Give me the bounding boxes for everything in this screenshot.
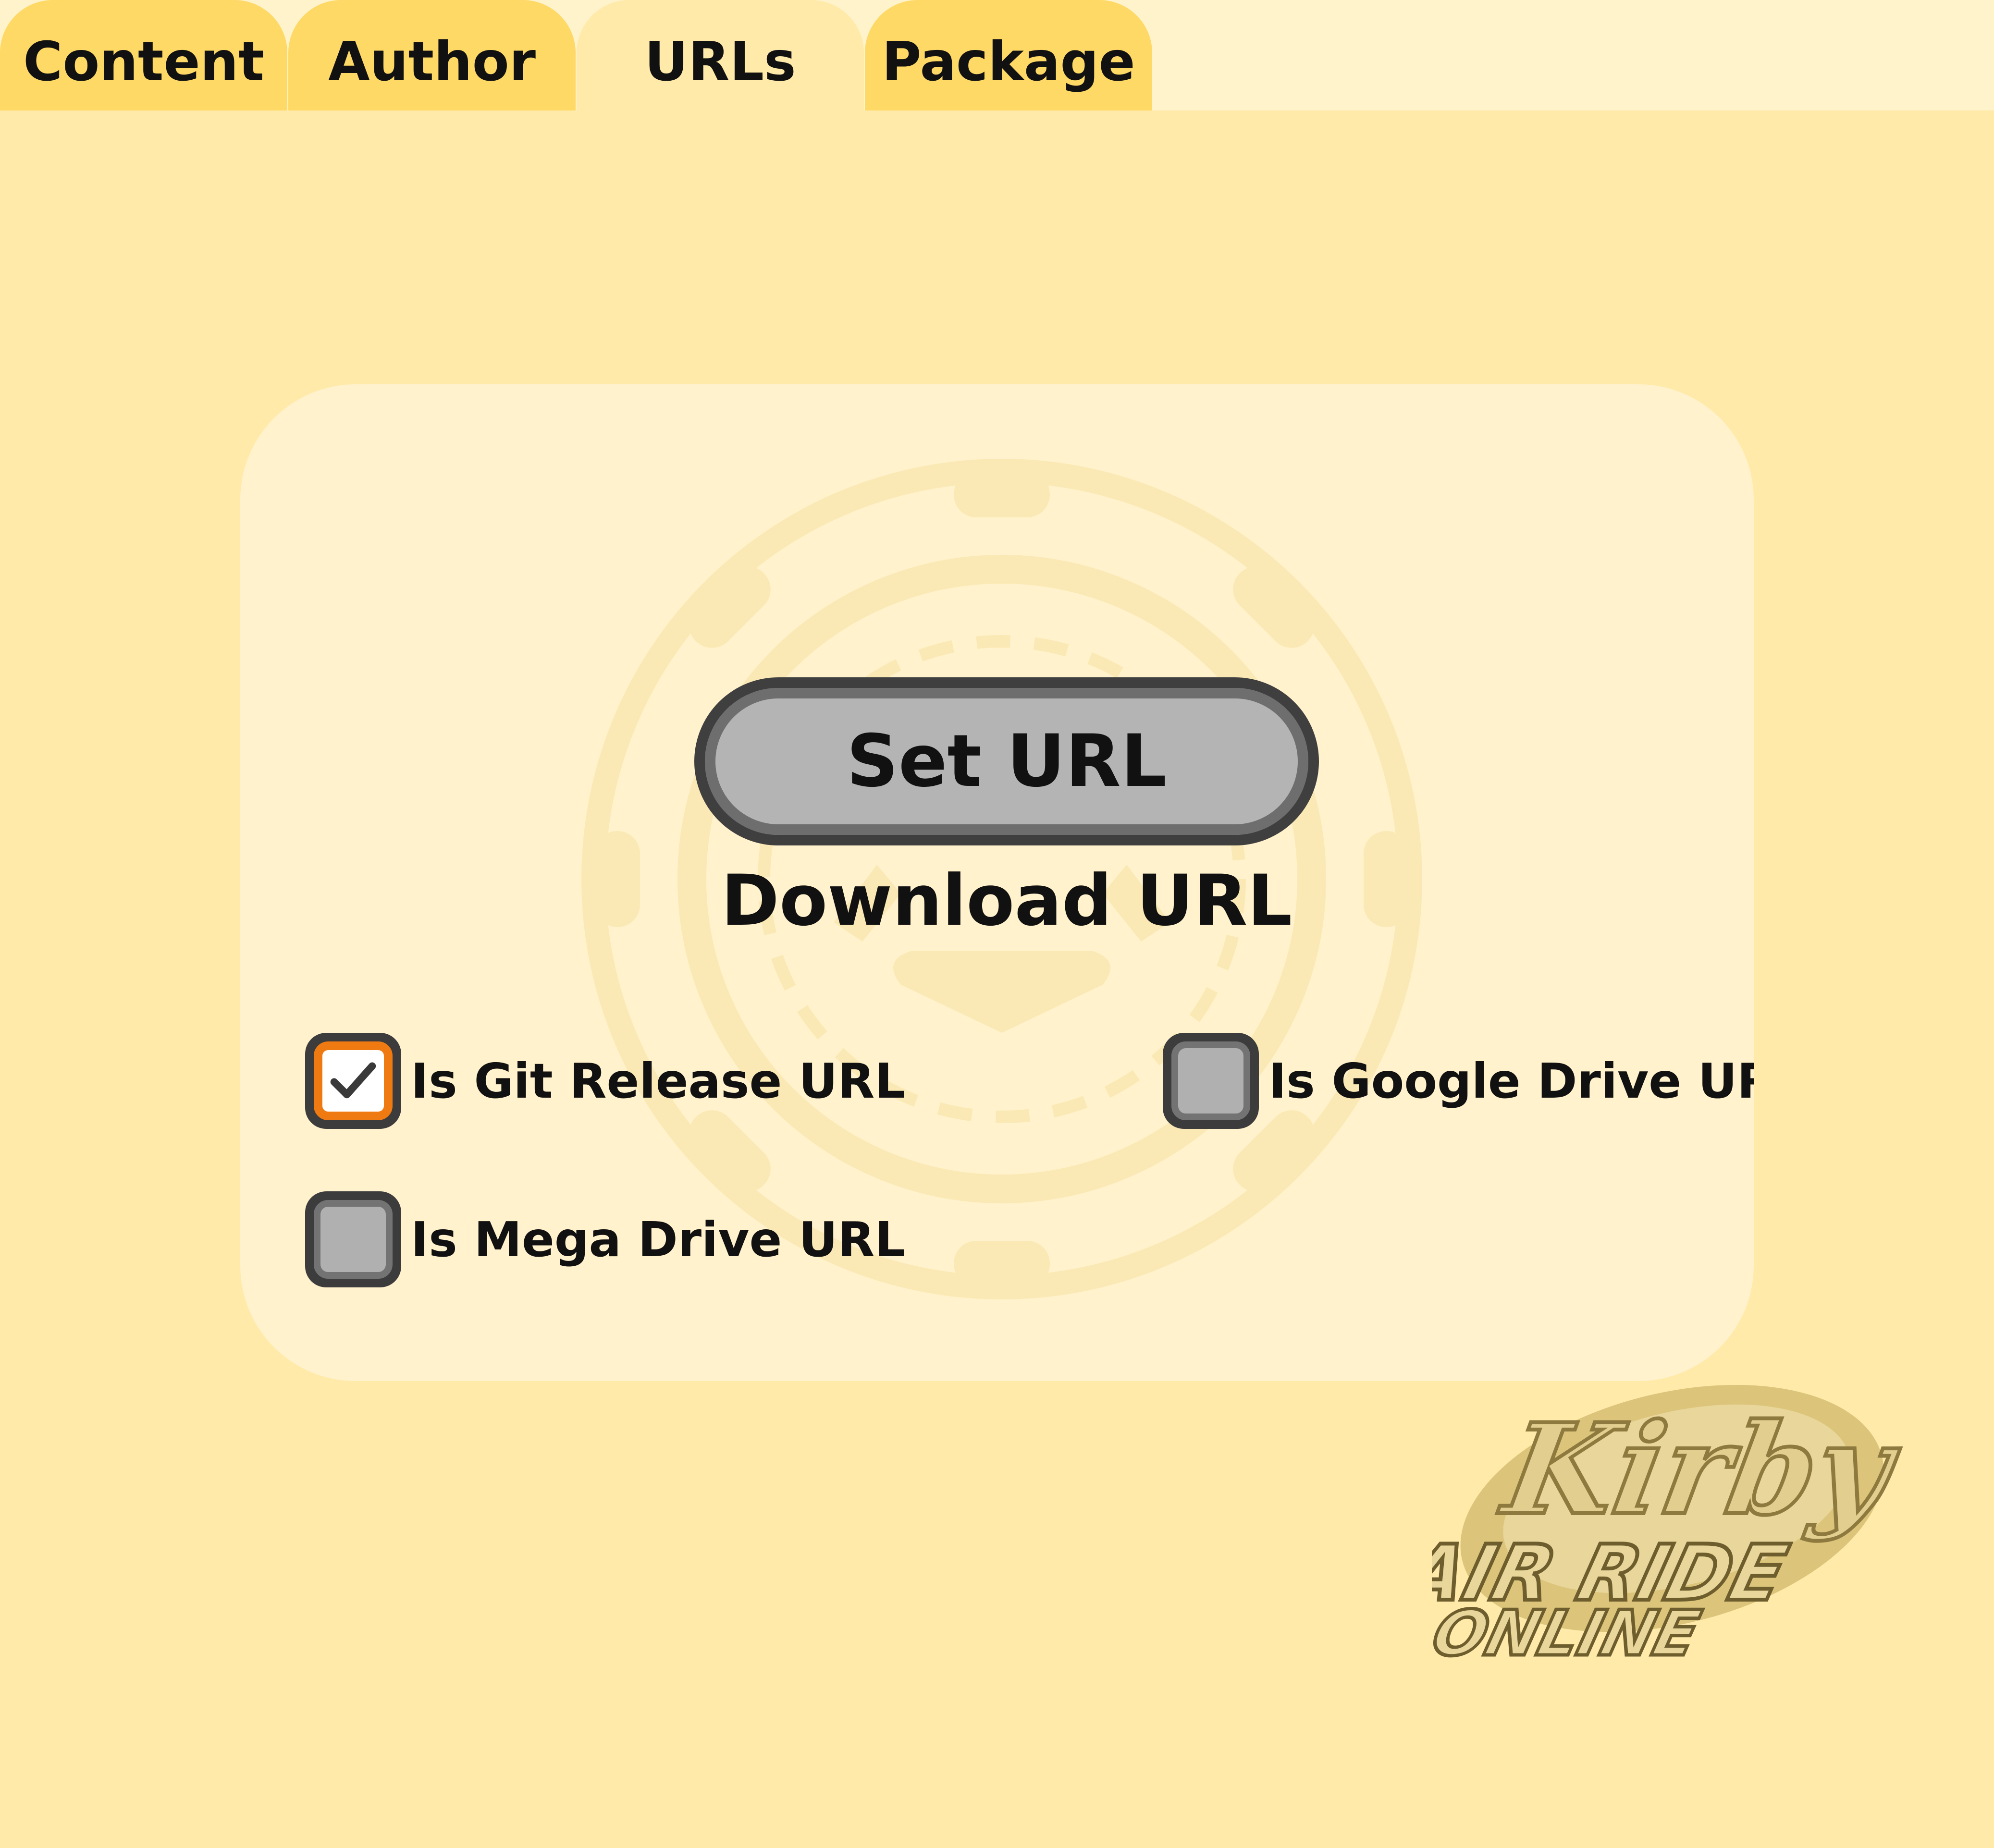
svg-text:AIR RIDE: AIR RIDE [1432, 1529, 1796, 1618]
mega-drive-checkbox[interactable] [305, 1191, 401, 1287]
google-drive-option[interactable]: Is Google Drive URL [1163, 1033, 1754, 1129]
tab-content[interactable]: Content [0, 0, 287, 110]
git-release-option[interactable]: Is Git Release URL [305, 1033, 905, 1129]
svg-text:Kirby: Kirby [1491, 1396, 1903, 1543]
tab-bar: Content Author URLs Package [0, 0, 1994, 110]
tab-package[interactable]: Package [865, 0, 1152, 110]
google-drive-label: Is Google Drive URL [1268, 1053, 1754, 1109]
tab-urls[interactable]: URLs [577, 0, 864, 110]
download-url-label: Download URL [721, 860, 1292, 942]
mega-drive-option[interactable]: Is Mega Drive URL [305, 1191, 905, 1287]
svg-text:ONLINE: ONLINE [1432, 1597, 1707, 1670]
url-settings-panel: Set URL Download URL Is Git Release URL … [240, 384, 1754, 1381]
tab-author[interactable]: Author [288, 0, 576, 110]
check-icon [330, 1062, 376, 1099]
git-release-checkbox[interactable] [305, 1033, 401, 1129]
google-drive-checkbox[interactable] [1163, 1033, 1259, 1129]
git-release-label: Is Git Release URL [411, 1053, 906, 1109]
mega-drive-label: Is Mega Drive URL [411, 1211, 906, 1268]
set-url-button[interactable]: Set URL [694, 677, 1319, 845]
kirby-air-ride-online-logo: Kirby AIR RIDE ONLINE [1432, 1384, 1903, 1672]
